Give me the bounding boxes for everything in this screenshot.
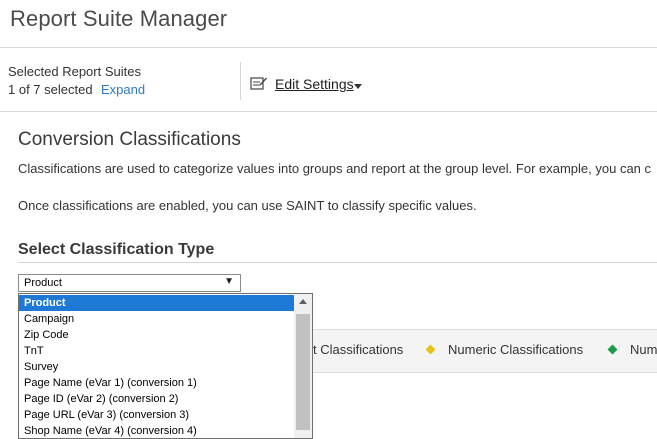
toolbar-bottom-divider xyxy=(0,111,657,112)
page-title: Report Suite Manager xyxy=(10,6,228,31)
dropdown-scrollbar[interactable] xyxy=(294,294,312,438)
section-title: Conversion Classifications xyxy=(18,129,241,150)
dropdown-option[interactable]: Page ID (eVar 2) (conversion 2) xyxy=(19,391,294,407)
dropdown-option[interactable]: Product xyxy=(19,295,294,311)
scroll-up-arrow-icon[interactable] xyxy=(299,299,307,304)
numeric-2-classifications-label: Num xyxy=(630,342,657,357)
section-description: Classifications are used to categorize v… xyxy=(18,161,652,176)
edit-settings-menu[interactable]: Edit Settings xyxy=(275,76,354,92)
dropdown-option[interactable]: Shop Name (eVar 4) (conversion 4) xyxy=(19,423,294,438)
edit-document-icon[interactable] xyxy=(250,76,267,90)
dropdown-option[interactable]: Campaign xyxy=(19,311,294,327)
selected-report-suites-label: Selected Report Suites xyxy=(8,64,141,79)
scroll-thumb[interactable] xyxy=(296,314,310,430)
dropdown-option[interactable]: Page URL (eVar 3) (conversion 3) xyxy=(19,407,294,423)
select-arrow-icon: ▼ xyxy=(224,276,234,287)
dropdown-option[interactable]: TnT xyxy=(19,343,294,359)
select-value: Product xyxy=(24,277,62,289)
classification-type-dropdown[interactable]: Product Campaign Zip Code TnT Survey Pag… xyxy=(18,293,313,439)
expand-link[interactable]: Expand xyxy=(101,82,145,97)
header-divider xyxy=(0,47,657,48)
classification-type-heading: Select Classification Type xyxy=(18,241,215,258)
selected-count: 1 of 7 selected xyxy=(8,82,93,97)
numeric-classifications-label: Numeric Classifications xyxy=(448,342,584,357)
classification-type-select[interactable]: Product ▼ xyxy=(18,274,241,292)
toolbar-divider xyxy=(240,62,241,100)
dropdown-option[interactable]: Page Name (eVar 1) (conversion 1) xyxy=(19,375,294,391)
dropdown-option[interactable]: Survey xyxy=(19,359,294,375)
saint-note: Once classifications are enabled, you ca… xyxy=(18,198,477,213)
chevron-down-icon[interactable] xyxy=(354,84,362,89)
text-classifications-label: t Classifications xyxy=(313,342,404,357)
dropdown-option[interactable]: Zip Code xyxy=(19,327,294,343)
heading-rule xyxy=(18,262,657,263)
